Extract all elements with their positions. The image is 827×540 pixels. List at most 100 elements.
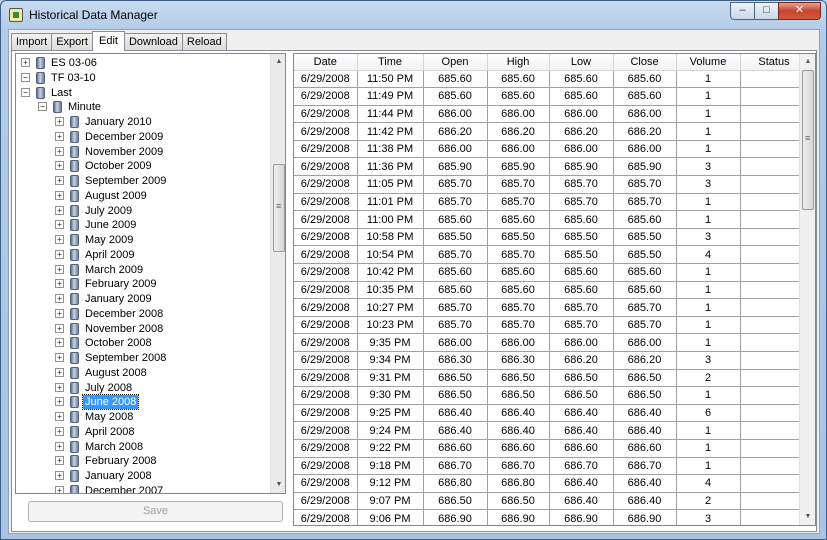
cell-volume[interactable]: 2: [676, 492, 741, 511]
cell-status[interactable]: [740, 210, 809, 229]
cell-close[interactable]: 686.50: [613, 369, 677, 388]
expand-icon[interactable]: +: [55, 249, 64, 259]
collapse-icon[interactable]: −: [21, 72, 30, 82]
cell-high[interactable]: 686.50: [487, 369, 550, 388]
cell-high[interactable]: 685.60: [487, 210, 550, 229]
cell-volume[interactable]: 1: [676, 263, 741, 282]
table-row[interactable]: 6/29/2008 11:44 PM 686.00 686.00 686.00 686.0…: [294, 105, 809, 124]
table-row[interactable]: 6/29/2008 9:22 PM 686.60 686.60 686.60 686.60…: [294, 439, 809, 458]
column-header-date[interactable]: Date: [294, 54, 358, 71]
tab-edit[interactable]: Edit: [91, 31, 125, 51]
cell-open[interactable]: 686.50: [423, 492, 488, 511]
cell-volume[interactable]: 1: [676, 70, 741, 89]
tree-node-label[interactable]: July 2009: [83, 204, 134, 218]
cell-high[interactable]: 686.00: [487, 105, 550, 124]
cell-time[interactable]: 10:58 PM: [357, 228, 424, 247]
cell-volume[interactable]: 1: [676, 298, 741, 317]
cell-time[interactable]: 11:44 PM: [357, 105, 424, 124]
tree-node-label[interactable]: August 2008: [83, 366, 149, 380]
expand-icon[interactable]: +: [55, 412, 64, 421]
tree-scroll-thumb[interactable]: [273, 164, 285, 252]
tree-node-label[interactable]: September 2008: [83, 351, 168, 365]
table-row[interactable]: 6/29/2008 11:36 PM 685.90 685.90 685.90 685.9…: [294, 157, 809, 177]
tree-node-label[interactable]: May 2009: [83, 233, 135, 247]
tree-node[interactable]: − Minute: [16, 100, 268, 114]
expand-icon[interactable]: +: [55, 235, 64, 244]
tree-node-label[interactable]: November 2008: [83, 322, 165, 336]
cell-close[interactable]: 685.70: [613, 175, 677, 194]
cell-high[interactable]: 686.00: [487, 140, 550, 159]
cell-close[interactable]: 686.50: [613, 386, 677, 405]
tree-node[interactable]: + ES 03-06: [16, 56, 268, 70]
cell-time[interactable]: 11:05 PM: [357, 175, 424, 194]
column-header-high[interactable]: High: [487, 54, 550, 71]
cell-close[interactable]: 686.40: [613, 492, 677, 511]
cell-close[interactable]: 685.60: [613, 263, 677, 282]
cell-time[interactable]: 9:24 PM: [357, 421, 424, 440]
cell-open[interactable]: 685.50: [423, 228, 488, 247]
tree-node[interactable]: + November 2009: [16, 145, 268, 159]
cell-low[interactable]: 685.60: [549, 281, 614, 300]
grid-scroll-down-button[interactable]: ▼: [800, 509, 815, 525]
cell-open[interactable]: 686.00: [423, 105, 488, 124]
tree-node[interactable]: + March 2009: [16, 263, 268, 277]
cell-time[interactable]: 11:38 PM: [357, 140, 424, 159]
cell-close[interactable]: 686.00: [613, 140, 677, 159]
table-row[interactable]: 6/29/2008 11:01 PM 685.70 685.70 685.70 685.7…: [294, 193, 809, 212]
expand-icon[interactable]: +: [55, 161, 64, 171]
cell-open[interactable]: 686.90: [423, 509, 488, 525]
table-row[interactable]: 6/29/2008 9:25 PM 686.40 686.40 686.40 686.40…: [294, 404, 809, 423]
column-header-low[interactable]: Low: [549, 54, 614, 71]
cell-status[interactable]: [740, 457, 809, 476]
cell-date[interactable]: 6/29/2008: [294, 140, 358, 159]
tab-import[interactable]: Import: [11, 33, 53, 51]
cell-volume[interactable]: 1: [676, 193, 741, 212]
cell-close[interactable]: 685.50: [613, 245, 677, 265]
expand-icon[interactable]: +: [55, 117, 64, 126]
cell-status[interactable]: [740, 281, 809, 300]
tree-node-label[interactable]: October 2009: [83, 159, 154, 173]
cell-close[interactable]: 686.20: [613, 122, 677, 141]
cell-volume[interactable]: 1: [676, 210, 741, 229]
save-button[interactable]: Save: [28, 501, 283, 522]
tree-node[interactable]: + August 2008: [16, 366, 268, 380]
cell-open[interactable]: 685.60: [423, 87, 488, 106]
tree-node-label[interactable]: ES 03-06: [49, 56, 99, 70]
cell-volume[interactable]: 1: [676, 333, 741, 352]
tab-reload[interactable]: Reload: [181, 33, 227, 51]
cell-low[interactable]: 685.50: [549, 228, 614, 247]
tree-scroll-up-button[interactable]: ▲: [271, 54, 285, 70]
cell-volume[interactable]: 4: [676, 474, 741, 493]
data-grid[interactable]: Date Time Open High Low Close Volume Status 6/2…: [293, 53, 816, 526]
cell-open[interactable]: 685.70: [423, 193, 488, 212]
expand-icon[interactable]: +: [55, 146, 64, 156]
cell-time[interactable]: 9:34 PM: [357, 351, 424, 370]
cell-low[interactable]: 686.20: [549, 351, 614, 370]
cell-volume[interactable]: 3: [676, 351, 741, 370]
table-row[interactable]: 6/29/2008 9:24 PM 686.40 686.40 686.40 686.40…: [294, 421, 809, 440]
expand-icon[interactable]: +: [55, 205, 64, 215]
cell-close[interactable]: 686.00: [613, 333, 677, 352]
cell-low[interactable]: 685.70: [549, 298, 614, 317]
cell-low[interactable]: 685.90: [549, 157, 614, 177]
cell-low[interactable]: 686.40: [549, 492, 614, 511]
cell-open[interactable]: 686.70: [423, 457, 488, 476]
tree-node-label[interactable]: Minute: [66, 100, 103, 114]
cell-close[interactable]: 686.00: [613, 105, 677, 124]
cell-date[interactable]: 6/29/2008: [294, 281, 358, 300]
cell-time[interactable]: 9:07 PM: [357, 492, 424, 511]
table-row[interactable]: 6/29/2008 9:12 PM 686.80 686.80 686.40 686.40…: [294, 474, 809, 493]
cell-close[interactable]: 686.70: [613, 457, 677, 476]
tree-node[interactable]: + April 2009: [16, 248, 268, 262]
tree-node-label[interactable]: April 2009: [83, 248, 137, 262]
cell-low[interactable]: 686.50: [549, 386, 614, 405]
cell-time[interactable]: 9:25 PM: [357, 404, 424, 423]
tree-node[interactable]: + January 2009: [16, 292, 268, 306]
cell-low[interactable]: 686.40: [549, 474, 614, 493]
cell-high[interactable]: 685.70: [487, 193, 550, 212]
minimize-button[interactable]: –: [730, 2, 755, 20]
grid-scroll-thumb[interactable]: [802, 70, 814, 210]
cell-status[interactable]: [740, 87, 809, 106]
cell-date[interactable]: 6/29/2008: [294, 439, 358, 458]
cell-open[interactable]: 685.70: [423, 175, 488, 194]
